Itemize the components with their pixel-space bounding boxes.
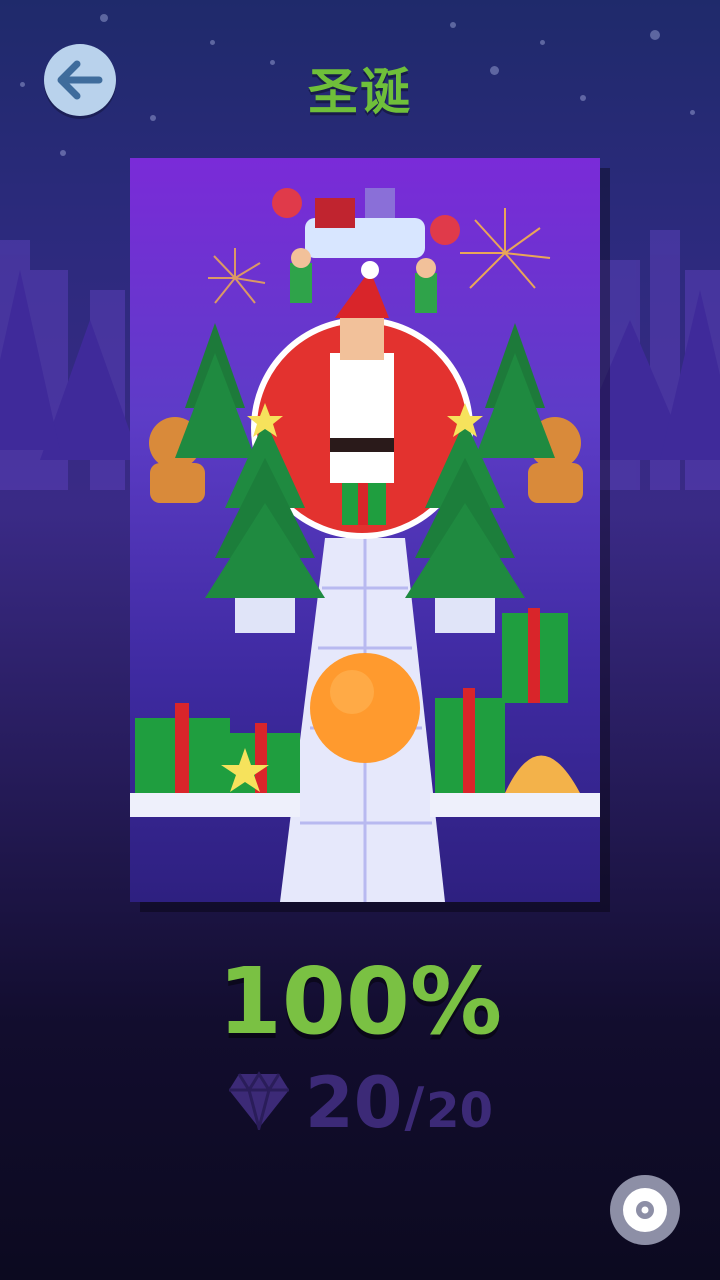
christmas-scene-illustration	[130, 188, 600, 902]
music-disc-button[interactable]	[610, 1175, 680, 1245]
level-complete-screen: { "header": { "title": "圣诞" }, "result":…	[0, 0, 720, 1280]
level-artwork	[130, 158, 600, 902]
level-title: 圣诞	[308, 63, 412, 121]
gems-counter: 20 / 20	[0, 1068, 720, 1138]
gems-total: 20	[426, 1083, 493, 1139]
gems-collected: 20	[305, 1062, 403, 1144]
completion-percent: 100%	[217, 948, 503, 1055]
diamond-icon	[229, 1071, 290, 1130]
music-disc-icon	[623, 1188, 667, 1232]
gems-separator: /	[404, 1076, 425, 1139]
